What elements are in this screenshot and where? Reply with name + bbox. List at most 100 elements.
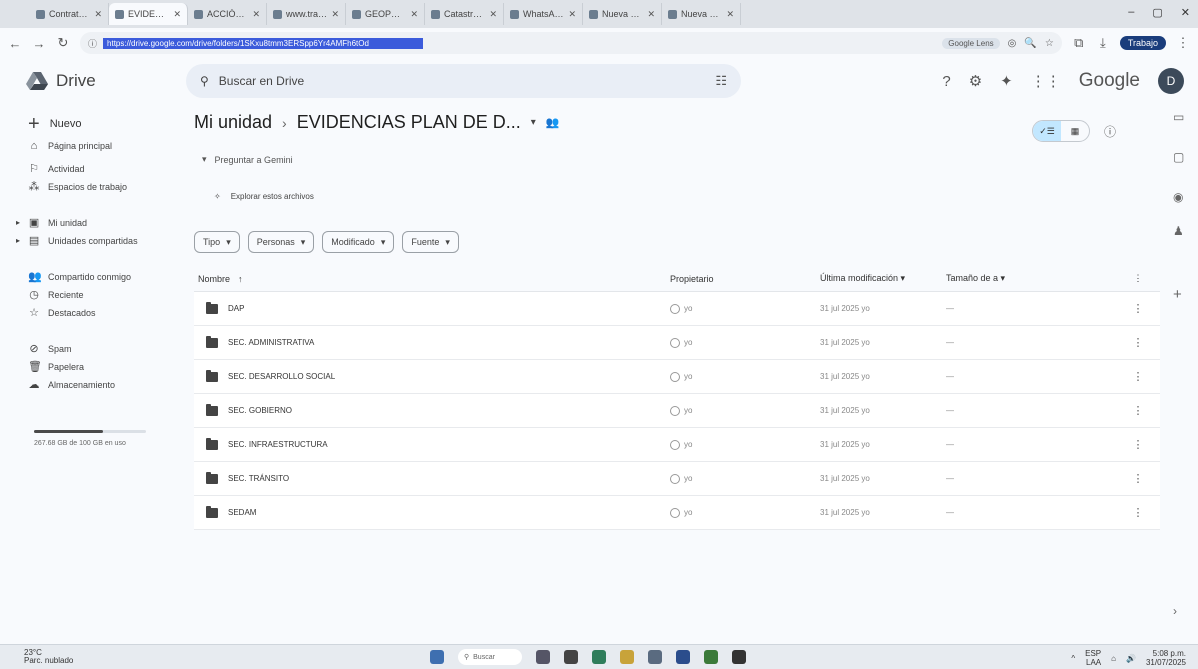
url-field[interactable]: ⓘ https://drive.google.com/drive/folders… [80,32,1062,54]
header-more-icon[interactable]: ⋮ [1116,273,1160,284]
sidebar-item[interactable]: ◷ Reciente [28,288,83,301]
table-row[interactable]: SEC. INFRAESTRUCTURA yo 31 jul 2025 yo — ⋮ [194,428,1160,462]
filter-chip[interactable]: Personas ▾ [247,231,315,253]
browser-tab[interactable]: Nueva pestaña ✕ [583,3,662,25]
search-input[interactable]: Buscar en Drive [219,74,706,88]
browser-tab[interactable]: ACCIÓN CONTRA... ✕ [188,3,267,25]
search-engine-pill[interactable]: Google Lens [942,37,1000,49]
search-bar[interactable]: ⚲ Buscar en Drive ☷ [186,64,741,98]
tab-close-icon[interactable]: ✕ [331,9,339,20]
breadcrumb-current[interactable]: EVIDENCIAS PLAN DE D... [297,112,521,133]
tray-chevron-icon[interactable]: ^ [1071,654,1075,663]
file-name[interactable]: SEC. ADMINISTRATIVA [228,338,314,347]
keep-icon[interactable]: ▢ [1173,150,1184,164]
row-more-actions-icon[interactable]: ⋮ [1116,472,1160,485]
sidebar-item[interactable]: ⌂ Página principal [28,140,112,152]
bookmark-star-icon[interactable]: ☆ [1045,38,1054,49]
filter-chip[interactable]: Tipo ▾ [194,231,240,253]
language-indicator[interactable]: ESP LAA [1085,649,1101,667]
maximize-icon[interactable]: ▢ [1152,6,1162,19]
gemini-sparkle-icon[interactable]: ✦ [1000,72,1013,90]
new-button[interactable]: + Nuevo [28,114,81,134]
tasks-icon[interactable]: ◉ [1173,190,1183,204]
back-icon[interactable]: ← [8,36,22,51]
sidebar-item[interactable]: 👥 Compartido conmigo [28,270,131,283]
widgets-icon[interactable] [564,650,578,664]
excel-icon[interactable] [704,650,718,664]
col-header-owner[interactable]: Propietario [670,274,820,284]
tab-close-icon[interactable]: ✕ [94,9,102,20]
browser-tab[interactable]: WhatsApp ✕ [504,3,583,25]
sidebar-item[interactable]: ▸ ▤ Unidades compartidas [16,234,138,247]
table-row[interactable]: SEC. ADMINISTRATIVA yo 31 jul 2025 yo — ⋮ [194,326,1160,360]
lens-icon[interactable]: ◎ [1008,38,1017,49]
extensions-icon[interactable]: ⧉ [1072,35,1086,51]
row-more-actions-icon[interactable]: ⋮ [1116,404,1160,417]
drive-logo[interactable]: Drive [26,71,186,91]
file-name[interactable]: SEC. GOBIERNO [228,406,292,415]
close-window-icon[interactable]: ✕ [1181,6,1190,19]
tab-close-icon[interactable]: ✕ [173,9,181,20]
row-more-actions-icon[interactable]: ⋮ [1116,438,1160,451]
url-text[interactable]: https://drive.google.com/drive/folders/1… [103,37,424,49]
clock[interactable]: 5:08 p.m. 31/07/2025 [1146,649,1186,667]
browser-tab[interactable]: www.transparencia...✕ [267,3,346,25]
chrome-icon[interactable] [620,650,634,664]
browser-tab[interactable]: Contratación de...✕ [30,3,109,25]
support-icon[interactable]: ? [942,73,950,90]
row-more-actions-icon[interactable]: ⋮ [1116,336,1160,349]
sidebar-item[interactable]: ⁂ Espacios de trabajo [28,180,128,193]
search-icon[interactable]: ⚲ [200,74,209,88]
zoom-icon[interactable]: 🔍 [1024,38,1036,49]
table-row[interactable]: SEC. DESARROLLO SOCIAL yo 31 jul 2025 yo — ⋮ [194,360,1160,394]
browser-tab[interactable]: Nueva pestaña ✕ [662,3,741,25]
table-row[interactable]: DAP yo 31 jul 2025 yo — ⋮ [194,292,1160,326]
file-name[interactable]: SEC. DESARROLLO SOCIAL [228,372,335,381]
browser-tab[interactable]: GEOPORTAL Portal... ✕ [346,3,425,25]
tab-close-icon[interactable]: ✕ [410,9,418,20]
file-name[interactable]: SEC. TRÁNSITO [228,474,289,483]
taskbar-search[interactable]: ⚲ Buscar [458,649,522,665]
grid-view-icon[interactable]: ▦ [1061,121,1089,141]
tab-close-icon[interactable]: ✕ [568,9,576,20]
app-icon[interactable] [732,650,746,664]
add-addon-icon[interactable]: + [1173,286,1182,303]
sidebar-item[interactable]: 🗑 Papelera [28,360,84,373]
account-avatar[interactable]: D [1158,68,1184,94]
forward-icon[interactable]: → [32,36,46,51]
calendar-icon[interactable]: ▭ [1173,110,1184,124]
file-explorer-icon[interactable] [648,650,662,664]
start-icon[interactable] [430,650,444,664]
row-more-actions-icon[interactable]: ⋮ [1116,506,1160,519]
tab-close-icon[interactable]: ✕ [489,9,497,20]
row-more-actions-icon[interactable]: ⋮ [1116,302,1160,315]
tab-close-icon[interactable]: ✕ [252,9,260,20]
file-name[interactable]: DAP [228,304,244,313]
download-icon[interactable]: ⤓ [1096,35,1110,51]
contacts-icon[interactable]: ♟ [1173,224,1184,238]
sidebar-item[interactable]: ☆ Destacados [28,306,95,319]
sidebar-item[interactable]: ⊘ Spam [28,342,71,355]
chevron-down-icon[interactable]: ▾ [531,117,536,128]
breadcrumb-root[interactable]: Mi unidad [194,112,272,133]
filter-chip[interactable]: Modificado ▾ [322,231,395,253]
table-row[interactable]: SEDAM yo 31 jul 2025 yo — ⋮ [194,496,1160,530]
hide-panel-chevron-icon[interactable]: › [1173,604,1177,618]
sidebar-item[interactable]: ☁ Almacenamiento [28,378,116,391]
filter-chip[interactable]: Fuente ▾ [402,231,459,253]
search-options-icon[interactable]: ☷ [715,73,727,89]
sort-arrow-up-icon[interactable]: ↑ [238,274,243,284]
profile-button[interactable]: Trabajo [1119,36,1166,50]
weather-widget[interactable]: 23°C Parc. nublado [24,649,73,665]
browser-menu-icon[interactable]: ⋮ [1176,35,1190,51]
sidebar-item[interactable]: ▸ ▣ Mi unidad [16,216,87,229]
tab-close-icon[interactable]: ✕ [726,9,734,20]
expand-arrow-icon[interactable]: ▸ [16,218,20,227]
row-more-actions-icon[interactable]: ⋮ [1116,370,1160,383]
edge-icon[interactable] [592,650,606,664]
tab-close-icon[interactable]: ✕ [647,9,655,20]
apps-grid-icon[interactable]: ⋮⋮ [1031,72,1061,90]
reload-icon[interactable]: ↻ [56,35,70,51]
browser-tab[interactable]: Catastro - Consulta ✕ [425,3,504,25]
col-header-modified[interactable]: Última modificación ▾ [820,273,946,284]
